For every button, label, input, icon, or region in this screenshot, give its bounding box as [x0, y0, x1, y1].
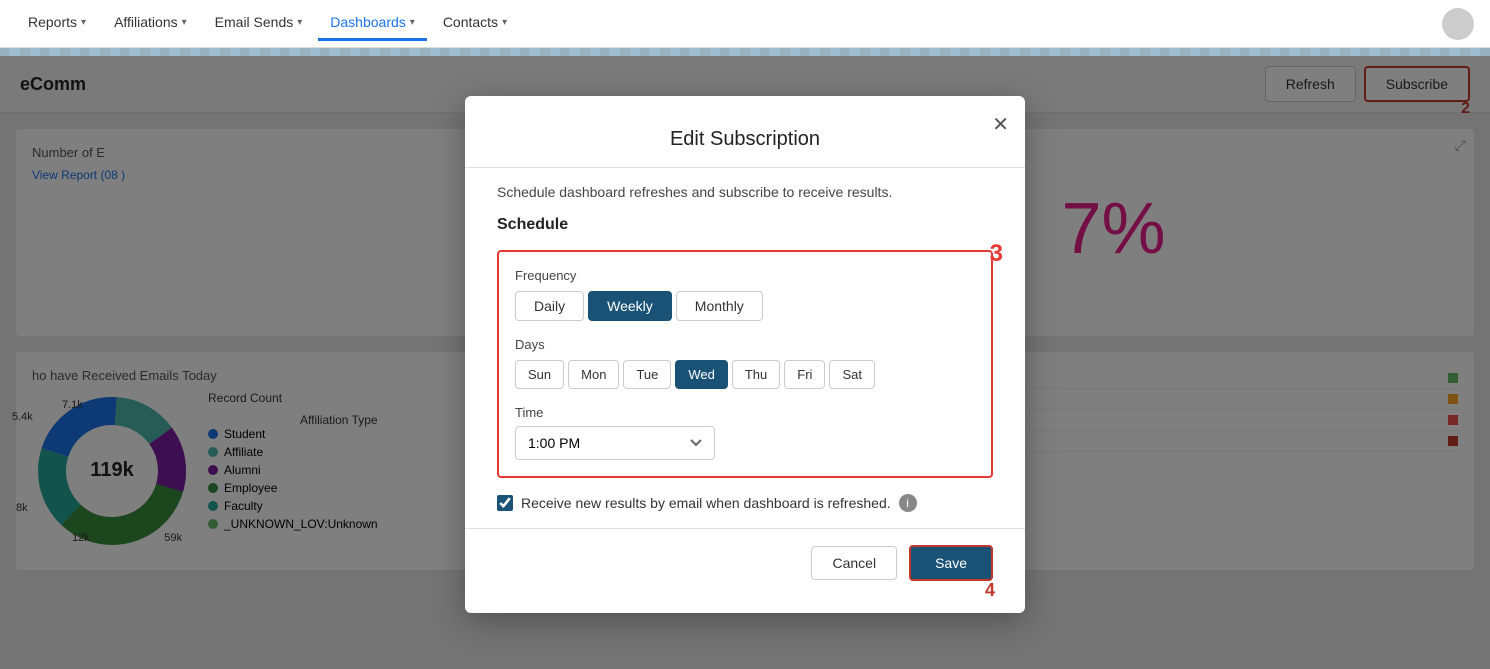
day-btn-fri[interactable]: Fri: [784, 360, 825, 389]
modal-header-divider: [465, 167, 1025, 168]
info-icon[interactable]: i: [899, 494, 917, 512]
save-button[interactable]: Save 4: [909, 545, 993, 581]
chevron-icon-contacts: ▾: [502, 17, 507, 28]
nav-item-dashboards[interactable]: Dashboards ▾: [318, 6, 427, 41]
freq-btn-daily[interactable]: Daily: [515, 291, 584, 321]
nav-item-email-sends[interactable]: Email Sends ▾: [203, 6, 315, 41]
schedule-box: 3 Frequency Daily Weekly Monthly Days: [497, 250, 993, 478]
email-checkbox-row: Receive new results by email when dashbo…: [497, 494, 993, 512]
nav-label-affiliations: Affiliations: [114, 14, 178, 30]
nav-label-email-sends: Email Sends: [215, 14, 294, 30]
days-label: Days: [515, 337, 975, 352]
day-btn-tue[interactable]: Tue: [623, 360, 671, 389]
nav-label-reports: Reports: [28, 14, 77, 30]
time-label: Time: [515, 405, 975, 420]
frequency-label: Frequency: [515, 268, 975, 283]
top-navigation: Reports ▾ Affiliations ▾ Email Sends ▾ D…: [0, 0, 1490, 48]
chevron-icon-affiliations: ▾: [182, 17, 187, 28]
time-select[interactable]: 1:00 PM 12:00 AM 6:00 AM 8:00 AM 9:00 AM…: [515, 426, 715, 460]
freq-btn-weekly[interactable]: Weekly: [588, 291, 672, 321]
modal-subtitle: Schedule dashboard refreshes and subscri…: [497, 184, 993, 200]
day-btn-sat[interactable]: Sat: [829, 360, 875, 389]
day-btn-thu[interactable]: Thu: [732, 360, 780, 389]
nav-item-reports[interactable]: Reports ▾: [16, 6, 98, 41]
nav-label-dashboards: Dashboards: [330, 14, 406, 30]
modal-close-button[interactable]: ✕: [992, 112, 1009, 137]
dashboard-area: eComm Refresh Subscribe 2 Number of E Vi…: [0, 56, 1490, 669]
day-buttons: Sun Mon Tue Wed Thu Fri: [515, 360, 975, 389]
cancel-button[interactable]: Cancel: [811, 546, 897, 580]
save-label: Save: [935, 555, 967, 571]
day-btn-sun[interactable]: Sun: [515, 360, 564, 389]
nav-item-contacts[interactable]: Contacts ▾: [431, 6, 519, 41]
modal-footer: Cancel Save 4: [497, 545, 993, 581]
modal-header: Edit Subscription ✕: [497, 128, 993, 151]
decorative-stripe: [0, 48, 1490, 56]
modal-footer-divider: [465, 528, 1025, 529]
chevron-icon-reports: ▾: [81, 17, 86, 28]
chevron-icon-dashboards: ▾: [410, 17, 415, 28]
save-badge: 4: [985, 580, 995, 601]
day-btn-mon[interactable]: Mon: [568, 360, 619, 389]
freq-btn-monthly[interactable]: Monthly: [676, 291, 763, 321]
frequency-buttons: Daily Weekly Monthly: [515, 291, 975, 321]
nav-label-contacts: Contacts: [443, 14, 498, 30]
email-checkbox[interactable]: [497, 495, 513, 511]
nav-item-affiliations[interactable]: Affiliations ▾: [102, 6, 199, 41]
modal-title: Edit Subscription: [670, 128, 820, 151]
day-btn-wed[interactable]: Wed: [675, 360, 728, 389]
user-avatar[interactable]: [1442, 8, 1474, 40]
schedule-badge: 3: [990, 240, 1003, 268]
schedule-section-label: Schedule: [497, 216, 993, 234]
modal-backdrop: Edit Subscription ✕ Schedule dashboard r…: [0, 56, 1490, 669]
edit-subscription-modal: Edit Subscription ✕ Schedule dashboard r…: [465, 96, 1025, 613]
checkbox-label: Receive new results by email when dashbo…: [521, 495, 891, 511]
chevron-icon-email-sends: ▾: [297, 17, 302, 28]
